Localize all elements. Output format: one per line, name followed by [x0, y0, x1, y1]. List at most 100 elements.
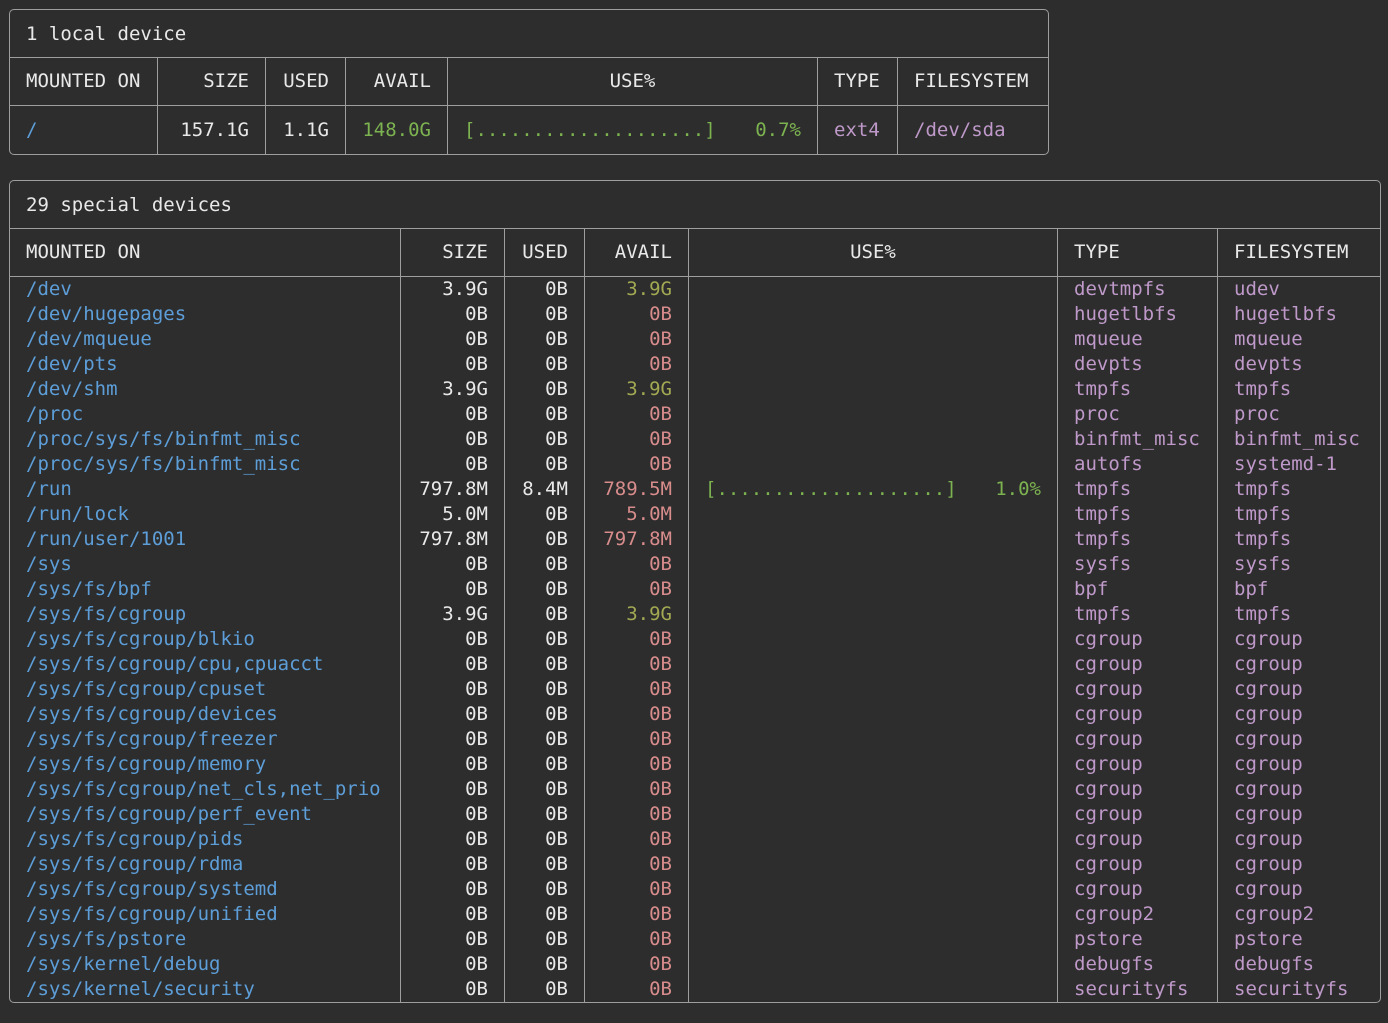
table-row: /proc/sys/fs/binfmt_misc0B0B0Bbinfmt_mis…	[10, 427, 1380, 452]
use-percent-cell	[689, 877, 1058, 902]
table-row: /run/lock5.0M0B5.0Mtmpfstmpfs	[10, 502, 1380, 527]
type-cell: ext4	[818, 106, 898, 154]
avail-cell: 3.9G	[585, 602, 689, 627]
mounted-on-cell: /sys/fs/cgroup/net_cls,net_prio	[10, 777, 401, 802]
used-cell: 0B	[505, 527, 585, 552]
use-percent-cell	[689, 927, 1058, 952]
mounted-on-cell: /sys/fs/cgroup/pids	[10, 827, 401, 852]
used-cell: 0B	[505, 777, 585, 802]
special-devices-header-row: MOUNTED ON SIZE USED AVAIL USE% TYPE FIL…	[10, 229, 1380, 277]
filesystem-cell: tmpfs	[1218, 502, 1380, 527]
use-percent-cell	[689, 377, 1058, 402]
size-cell: 0B	[401, 777, 505, 802]
type-cell: cgroup	[1058, 802, 1218, 827]
used-cell: 0B	[505, 652, 585, 677]
use-percent-cell	[689, 977, 1058, 1002]
filesystem-cell: tmpfs	[1218, 477, 1380, 502]
mounted-on-cell: /proc/sys/fs/binfmt_misc	[10, 452, 401, 477]
table-row: /dev3.9G0B3.9Gdevtmpfsudev	[10, 277, 1380, 302]
type-cell: mqueue	[1058, 327, 1218, 352]
filesystem-cell: binfmt_misc	[1218, 427, 1380, 452]
mounted-on-cell: /sys/fs/pstore	[10, 927, 401, 952]
col-header-use-percent: USE%	[689, 229, 1058, 276]
use-percent-cell	[689, 652, 1058, 677]
used-cell: 1.1G	[266, 106, 346, 154]
table-row: /proc/sys/fs/binfmt_misc0B0B0Bautofssyst…	[10, 452, 1380, 477]
size-cell: 0B	[401, 752, 505, 777]
table-row: /sys/fs/cgroup/blkio0B0B0Bcgroupcgroup	[10, 627, 1380, 652]
size-cell: 0B	[401, 552, 505, 577]
col-header-filesystem: FILESYSTEM	[898, 58, 1048, 105]
avail-cell: 0B	[585, 752, 689, 777]
mounted-on-cell: /run	[10, 477, 401, 502]
use-percent-cell	[689, 827, 1058, 852]
type-cell: cgroup	[1058, 752, 1218, 777]
col-header-mounted-on: MOUNTED ON	[10, 58, 158, 105]
filesystem-cell: tmpfs	[1218, 377, 1380, 402]
used-cell: 0B	[505, 802, 585, 827]
col-header-avail: AVAIL	[585, 229, 689, 276]
filesystem-cell: bpf	[1218, 577, 1380, 602]
type-cell: bpf	[1058, 577, 1218, 602]
size-cell: 0B	[401, 627, 505, 652]
size-cell: 5.0M	[401, 502, 505, 527]
used-cell: 0B	[505, 602, 585, 627]
table-row: /sys/kernel/debug0B0B0Bdebugfsdebugfs	[10, 952, 1380, 977]
type-cell: sysfs	[1058, 552, 1218, 577]
type-cell: tmpfs	[1058, 477, 1218, 502]
used-cell: 0B	[505, 752, 585, 777]
col-header-avail: AVAIL	[346, 58, 448, 105]
filesystem-cell: /dev/sda	[898, 106, 1048, 154]
size-cell: 0B	[401, 452, 505, 477]
col-header-size: SIZE	[401, 229, 505, 276]
avail-cell: 0B	[585, 952, 689, 977]
filesystem-cell: cgroup	[1218, 627, 1380, 652]
avail-cell: 3.9G	[585, 277, 689, 302]
mounted-on-cell: /sys/fs/cgroup/perf_event	[10, 802, 401, 827]
used-cell: 0B	[505, 852, 585, 877]
size-cell: 0B	[401, 677, 505, 702]
avail-cell: 0B	[585, 327, 689, 352]
filesystem-cell: tmpfs	[1218, 602, 1380, 627]
filesystem-cell: cgroup	[1218, 752, 1380, 777]
used-cell: 0B	[505, 577, 585, 602]
mounted-on-cell: /sys/fs/cgroup/cpu,cpuacct	[10, 652, 401, 677]
local-devices-table: 1 local device MOUNTED ON SIZE USED AVAI…	[9, 9, 1049, 155]
avail-cell: 0B	[585, 802, 689, 827]
use-percent-cell	[689, 702, 1058, 727]
use-percent-cell	[689, 452, 1058, 477]
table-row: /sys/fs/cgroup/rdma0B0B0Bcgroupcgroup	[10, 852, 1380, 877]
size-cell: 0B	[401, 302, 505, 327]
use-percent-cell	[689, 727, 1058, 752]
table-row: /sys/kernel/security0B0B0Bsecurityfssecu…	[10, 977, 1380, 1002]
special-devices-table-title: 29 special devices	[10, 181, 1380, 229]
use-percent-cell	[689, 277, 1058, 302]
filesystem-cell: cgroup	[1218, 852, 1380, 877]
use-percent-cell	[689, 427, 1058, 452]
size-cell: 0B	[401, 877, 505, 902]
table-row: /sys/fs/cgroup/devices0B0B0Bcgroupcgroup	[10, 702, 1380, 727]
usage-percent: 0.7%	[755, 106, 801, 154]
used-cell: 0B	[505, 627, 585, 652]
table-row: /sys/fs/cgroup/systemd0B0B0Bcgroupcgroup	[10, 877, 1380, 902]
table-row: /sys/fs/cgroup/cpu,cpuacct0B0B0Bcgroupcg…	[10, 652, 1380, 677]
type-cell: hugetlbfs	[1058, 302, 1218, 327]
mounted-on-cell: /dev	[10, 277, 401, 302]
table-row: /dev/mqueue0B0B0Bmqueuemqueue	[10, 327, 1380, 352]
avail-cell: 0B	[585, 702, 689, 727]
type-cell: tmpfs	[1058, 602, 1218, 627]
type-cell: cgroup	[1058, 677, 1218, 702]
filesystem-cell: pstore	[1218, 927, 1380, 952]
type-cell: devtmpfs	[1058, 277, 1218, 302]
size-cell: 0B	[401, 427, 505, 452]
filesystem-cell: sysfs	[1218, 552, 1380, 577]
size-cell: 0B	[401, 652, 505, 677]
table-row: /sys/fs/cgroup3.9G0B3.9Gtmpfstmpfs	[10, 602, 1380, 627]
type-cell: autofs	[1058, 452, 1218, 477]
size-cell: 0B	[401, 352, 505, 377]
mounted-on-cell: /sys	[10, 552, 401, 577]
avail-cell: 0B	[585, 902, 689, 927]
mounted-on-cell: /sys/fs/cgroup/freezer	[10, 727, 401, 752]
table-row: /run797.8M8.4M789.5M[...................…	[10, 477, 1380, 502]
table-row: /sys/fs/cgroup/memory0B0B0Bcgroupcgroup	[10, 752, 1380, 777]
